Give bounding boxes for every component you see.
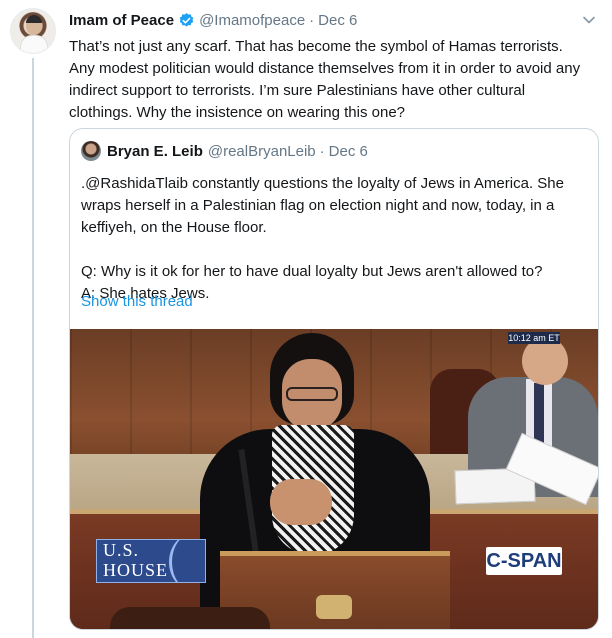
author-display-name[interactable]: Imam of Peace (69, 12, 174, 29)
tweet-header: Imam of Peace @Imamofpeace · Dec 6 (69, 10, 357, 30)
background-person-head (522, 337, 568, 385)
tweet-text: That’s not just any scarf. That has beco… (69, 38, 581, 121)
logo-swoosh (169, 540, 205, 582)
quoted-header-separator: · (319, 142, 325, 160)
quoted-tweet-video-still[interactable]: 10:12 am ET U.S. HOUSE C-SPAN (70, 329, 598, 629)
chamber-ornament (110, 607, 270, 629)
avatar-figure-hair (26, 15, 42, 23)
thread-line (32, 58, 34, 638)
us-house-logo: U.S. HOUSE (96, 539, 206, 583)
quoted-paragraph: Q: Why is it ok for her to have dual loy… (81, 263, 543, 280)
quoted-tweet-header: Bryan E. Leib @realBryanLeib · Dec 6 (81, 140, 368, 162)
chevron-down-icon[interactable] (582, 13, 596, 27)
quoted-tweet-text: .@RashidaTlaib constantly questions the … (81, 173, 591, 305)
author-handle[interactable]: @Imamofpeace (199, 12, 305, 29)
background-person-tie (534, 383, 544, 443)
broadcast-clock: 10:12 am ET (508, 332, 560, 344)
speaker-hand (270, 479, 332, 525)
header-separator: · (309, 11, 315, 29)
avatar-figure-body (20, 35, 48, 53)
speaker-glasses (286, 387, 338, 401)
show-this-thread-link[interactable]: Show this thread (81, 293, 193, 310)
quoted-author-avatar (81, 141, 101, 161)
quoted-tweet[interactable]: Bryan E. Leib @realBryanLeib · Dec 6 .@R… (69, 128, 599, 630)
podium-ornament (316, 595, 352, 619)
author-avatar[interactable] (10, 8, 56, 54)
cspan-logo: C-SPAN (486, 547, 562, 575)
quoted-author-display-name: Bryan E. Leib (107, 142, 203, 160)
quoted-paragraph: .@RashidaTlaib constantly questions the … (81, 175, 564, 236)
quoted-paragraph-blank (81, 239, 591, 261)
tweet-date[interactable]: Dec 6 (318, 12, 357, 29)
verified-badge-icon (179, 12, 194, 27)
quoted-author-handle: @realBryanLeib (207, 142, 316, 160)
quoted-tweet-date: Dec 6 (328, 142, 368, 160)
